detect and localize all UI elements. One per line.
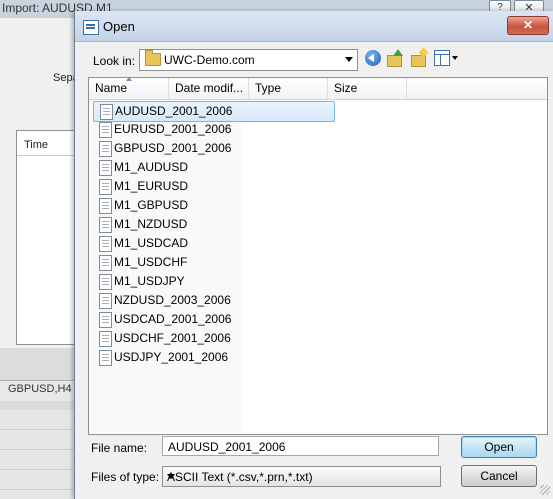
file-list-item[interactable]: M1_NZDUSD	[93, 215, 335, 234]
file-name-text: M1_USDCHF	[114, 255, 188, 269]
text-file-icon	[99, 293, 112, 309]
open-dialog-titlebar: Open ✕	[75, 11, 553, 42]
file-list-item[interactable]: M1_USDCAD	[93, 234, 335, 253]
file-list-item[interactable]: M1_USDJPY	[93, 272, 335, 291]
text-file-icon	[99, 198, 112, 214]
resize-grip-icon[interactable]	[540, 485, 550, 495]
file-name-text: EURUSD_2001_2006	[114, 122, 232, 136]
look-in-value: UWC-Demo.com	[164, 53, 255, 67]
look-in-label: Look in:	[93, 54, 136, 68]
file-name-value: AUDUSD_2001_2006	[168, 440, 286, 454]
cancel-button[interactable]: Cancel	[461, 465, 537, 487]
text-file-icon	[99, 141, 112, 157]
file-name-text: M1_EURUSD	[114, 179, 189, 193]
text-file-icon	[99, 122, 112, 138]
file-name-text: M1_USDJPY	[114, 274, 185, 288]
file-name-text: M1_NZDUSD	[114, 217, 188, 231]
column-header-date[interactable]: Date modif...	[169, 78, 249, 99]
column-header-name-label: Name	[95, 81, 128, 95]
file-name-input[interactable]: AUDUSD_2001_2006	[162, 436, 439, 456]
text-file-icon	[99, 331, 112, 347]
file-list-item[interactable]: USDCHF_2001_2006	[93, 329, 335, 348]
folder-icon	[145, 50, 161, 66]
file-name-text: USDJPY_2001_2006	[114, 350, 229, 364]
file-list-item[interactable]: AUDUSD_2001_2006	[93, 101, 335, 122]
open-dialog: Open ✕ Look in: UWC-Demo.com Name Date m…	[74, 11, 553, 499]
dialog-title: Open	[103, 19, 135, 34]
file-list-item[interactable]: EURUSD_2001_2006	[93, 120, 335, 139]
file-name-text: M1_GBPUSD	[114, 198, 189, 212]
file-list-item[interactable]: USDCAD_2001_2006	[93, 310, 335, 329]
time-column-header: Time	[24, 139, 49, 151]
file-list-item[interactable]: M1_GBPUSD	[93, 196, 335, 215]
text-file-icon	[99, 274, 112, 290]
open-button[interactable]: Open	[461, 436, 537, 458]
column-header-type[interactable]: Type	[249, 78, 328, 99]
file-list-item[interactable]: M1_USDCHF	[93, 253, 335, 272]
file-type-label: Files of type:	[91, 470, 160, 484]
column-header-size[interactable]: Size	[328, 78, 407, 99]
sort-ascending-icon	[126, 78, 132, 81]
text-file-icon	[99, 179, 112, 195]
file-name-text: M1_AUDUSD	[114, 160, 189, 174]
file-name-text: AUDUSD_2001_2006	[115, 104, 233, 118]
text-file-icon	[99, 236, 112, 252]
text-file-icon	[99, 312, 112, 328]
file-list-item[interactable]: NZDUSD_2003_2006	[93, 291, 335, 310]
look-in-dropdown[interactable]: UWC-Demo.com	[139, 49, 358, 71]
table-header-divider	[17, 155, 74, 156]
import-data-table	[16, 130, 75, 345]
file-list-header: Name Date modif... Type Size	[89, 78, 547, 100]
file-name-text: USDCAD_2001_2006	[114, 312, 232, 326]
text-file-icon	[99, 160, 112, 176]
file-list-item[interactable]: GBPUSD_2001_2006	[93, 139, 335, 158]
file-name-label: File name:	[91, 441, 148, 455]
file-name-text: USDCHF_2001_2006	[114, 331, 231, 345]
file-list-item[interactable]: M1_EURUSD	[93, 177, 335, 196]
up-folder-icon[interactable]	[386, 49, 404, 67]
terminal-rows	[0, 410, 75, 499]
file-type-value: ASCII Text (*.csv,*.prn,*.txt)	[167, 470, 313, 484]
file-name-text: GBPUSD_2001_2006	[114, 141, 232, 155]
text-file-icon	[100, 104, 113, 120]
text-file-icon	[99, 350, 112, 366]
file-list[interactable]: Name Date modif... Type Size AUDUSD_2001…	[88, 77, 548, 435]
text-file-icon	[99, 255, 112, 271]
chevron-down-icon	[345, 57, 353, 62]
views-icon[interactable]	[434, 50, 458, 66]
column-header-name[interactable]: Name	[89, 78, 169, 99]
file-list-item[interactable]: M1_AUDUSD	[93, 158, 335, 177]
text-file-icon	[99, 217, 112, 233]
file-list-item[interactable]: USDJPY_2001_2006	[93, 348, 335, 367]
new-folder-icon[interactable]	[410, 47, 429, 67]
file-name-text: M1_USDCAD	[114, 236, 189, 250]
file-type-dropdown[interactable]: ASCII Text (*.csv,*.prn,*.txt)	[162, 466, 441, 487]
back-icon[interactable]	[365, 50, 381, 66]
chart-tab-gbpusd[interactable]: GBPUSD,H4	[8, 383, 72, 395]
chevron-down-icon	[167, 474, 175, 479]
file-name-text: NZDUSD_2003_2006	[114, 293, 231, 307]
close-button[interactable]: ✕	[507, 16, 549, 35]
window-icon	[83, 20, 99, 35]
